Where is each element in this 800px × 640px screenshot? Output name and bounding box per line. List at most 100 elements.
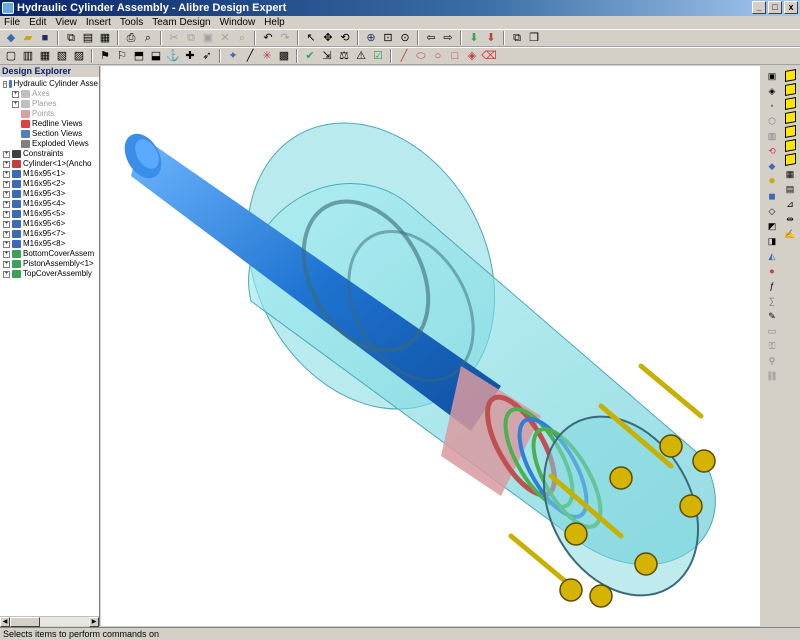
new-icon[interactable]: ◆ <box>4 31 18 45</box>
sketch-ellipse-icon[interactable]: ⬭ <box>414 49 428 63</box>
orbit-icon[interactable]: ⟲ <box>766 145 778 157</box>
menu-help[interactable]: Help <box>264 17 285 28</box>
tree-item[interactable]: + Planes <box>0 99 98 109</box>
tree-expander[interactable]: - <box>3 80 7 88</box>
menu-file[interactable]: File <box>4 17 20 28</box>
copy-document-icon[interactable]: ⧉ <box>64 31 78 45</box>
properties-icon[interactable]: ▦ <box>98 31 112 45</box>
assembly-tool-icon[interactable]: ⬇ <box>467 31 481 45</box>
section-plane-icon[interactable]: ◩ <box>766 220 778 232</box>
menu-window[interactable]: Window <box>220 17 256 28</box>
save-icon[interactable]: ■ <box>38 31 52 45</box>
model-viewport[interactable] <box>101 66 760 626</box>
tree-item[interactable]: Redline Views <box>0 119 98 129</box>
parameters-icon[interactable]: ƒ <box>766 280 778 292</box>
equation-icon[interactable]: ∑ <box>766 295 778 307</box>
explode-icon[interactable]: ✦ <box>226 49 240 63</box>
wireframe-icon[interactable]: ◇ <box>766 205 778 217</box>
dimension-icon[interactable]: ⇹ <box>784 213 796 225</box>
app-icon[interactable] <box>2 2 14 14</box>
tree-expander[interactable]: + <box>3 250 10 258</box>
hatch-icon[interactable]: ▤ <box>784 183 796 195</box>
sketch-rectangle-icon[interactable]: □ <box>448 49 462 63</box>
drawing-icon[interactable]: ▥ <box>766 130 778 142</box>
hide-icon[interactable]: • <box>766 100 778 112</box>
tree-expander[interactable]: + <box>3 260 10 268</box>
print-preview-icon[interactable]: ⌕ <box>141 31 155 45</box>
insert-assembly-icon[interactable]: ▦ <box>38 49 52 63</box>
redline-eraser-icon[interactable]: ⌫ <box>481 49 497 63</box>
zoom-icon[interactable]: ⊕ <box>364 31 378 45</box>
copy-icon[interactable]: ⧉ <box>184 31 198 45</box>
next-view-icon[interactable]: ⇨ <box>441 31 455 45</box>
scroll-thumb[interactable] <box>10 617 40 627</box>
select-icon[interactable]: ↖ <box>304 31 318 45</box>
tree-expander[interactable]: + <box>3 240 10 248</box>
check-all-icon[interactable]: ☑ <box>371 49 385 63</box>
cut-icon[interactable]: ✂ <box>167 31 181 45</box>
window-cascade-icon[interactable]: ❐ <box>527 31 541 45</box>
measure-icon[interactable]: ⇲ <box>320 49 334 63</box>
render-icon[interactable]: ◆ <box>766 160 778 172</box>
tree-item[interactable]: + M16x95<2> <box>0 179 98 189</box>
mate-icon[interactable]: ⚑ <box>98 49 112 63</box>
tree-expander[interactable]: + <box>3 210 10 218</box>
sketch-circle-icon[interactable]: ○ <box>431 49 445 63</box>
delete-icon[interactable]: ✕ <box>218 31 232 45</box>
menu-team-design[interactable]: Team Design <box>152 17 210 28</box>
redo-icon[interactable]: ↷ <box>278 31 292 45</box>
window-tile-icon[interactable]: ⧉ <box>510 31 524 45</box>
zoom-fit-icon[interactable]: ⊙ <box>398 31 412 45</box>
menu-tools[interactable]: Tools <box>120 17 143 28</box>
tree-item[interactable]: + PistonAssembly<1> <box>0 259 98 269</box>
grid-view-icon[interactable]: ▦ <box>784 168 796 180</box>
tree-expander[interactable]: + <box>3 150 10 158</box>
scroll-left-button[interactable]: ◀ <box>0 617 10 627</box>
view-front-icon[interactable]: ▣ <box>766 70 778 82</box>
menu-edit[interactable]: Edit <box>29 17 46 28</box>
print-icon[interactable]: ⎙ <box>124 31 138 45</box>
grid-icon[interactable]: ▩ <box>277 49 291 63</box>
find-icon[interactable]: ⌕ <box>235 31 249 45</box>
orient-icon[interactable]: ⬒ <box>132 49 146 63</box>
spark-icon[interactable]: ✳ <box>260 49 274 63</box>
tree-item[interactable]: Exploded Views <box>0 139 98 149</box>
tree-item[interactable]: Points <box>0 109 98 119</box>
pattern-icon[interactable]: ▨ <box>72 49 86 63</box>
view-cube-front-icon[interactable] <box>784 83 796 96</box>
tree-item[interactable]: + BottomCoverAssem <box>0 249 98 259</box>
close-button[interactable]: x <box>784 1 798 14</box>
tree-expander[interactable]: + <box>3 200 10 208</box>
tree-item[interactable]: - Hydraulic Cylinder Asse <box>0 79 98 89</box>
explorer-scrollbar[interactable]: ◀ ▶ <box>0 616 99 627</box>
scroll-right-button[interactable]: ▶ <box>89 617 99 627</box>
tree-item[interactable]: + M16x95<7> <box>0 229 98 239</box>
explode-view-icon[interactable]: ◨ <box>766 235 778 247</box>
minimize-button[interactable]: _ <box>752 1 766 14</box>
view-top-icon[interactable]: ◈ <box>766 85 778 97</box>
document-icon[interactable]: ▤ <box>81 31 95 45</box>
tree-expander[interactable]: + <box>3 220 10 228</box>
drag-icon[interactable]: ✚ <box>183 49 197 63</box>
tree-expander[interactable]: + <box>3 170 10 178</box>
insert-part-icon[interactable]: ▥ <box>21 49 35 63</box>
tree-expander[interactable]: + <box>3 160 10 168</box>
tree-expander[interactable]: + <box>12 100 19 108</box>
zoom-window-icon[interactable]: ⊡ <box>381 31 395 45</box>
anchor-icon[interactable]: ⚓ <box>166 49 180 63</box>
align-icon[interactable]: ⚐ <box>115 49 129 63</box>
tree-item[interactable]: + M16x95<6> <box>0 219 98 229</box>
view-cube-back-icon[interactable] <box>784 97 796 110</box>
box-icon[interactable]: ▢ <box>4 49 18 63</box>
line-icon[interactable]: ╱ <box>243 49 257 63</box>
light-icon[interactable]: ✹ <box>766 175 778 187</box>
view-cube-top-icon[interactable] <box>784 139 796 152</box>
tree-item[interactable]: + M16x95<3> <box>0 189 98 199</box>
measure-view-icon[interactable]: ⊿ <box>784 198 796 210</box>
pencil-icon[interactable]: ✎ <box>766 310 778 322</box>
open-icon[interactable]: ▰ <box>21 31 35 45</box>
menu-insert[interactable]: Insert <box>86 17 111 28</box>
maximize-button[interactable]: □ <box>768 1 782 14</box>
view-cube-iso-icon[interactable] <box>784 69 796 82</box>
tree-item[interactable]: Section Views <box>0 129 98 139</box>
